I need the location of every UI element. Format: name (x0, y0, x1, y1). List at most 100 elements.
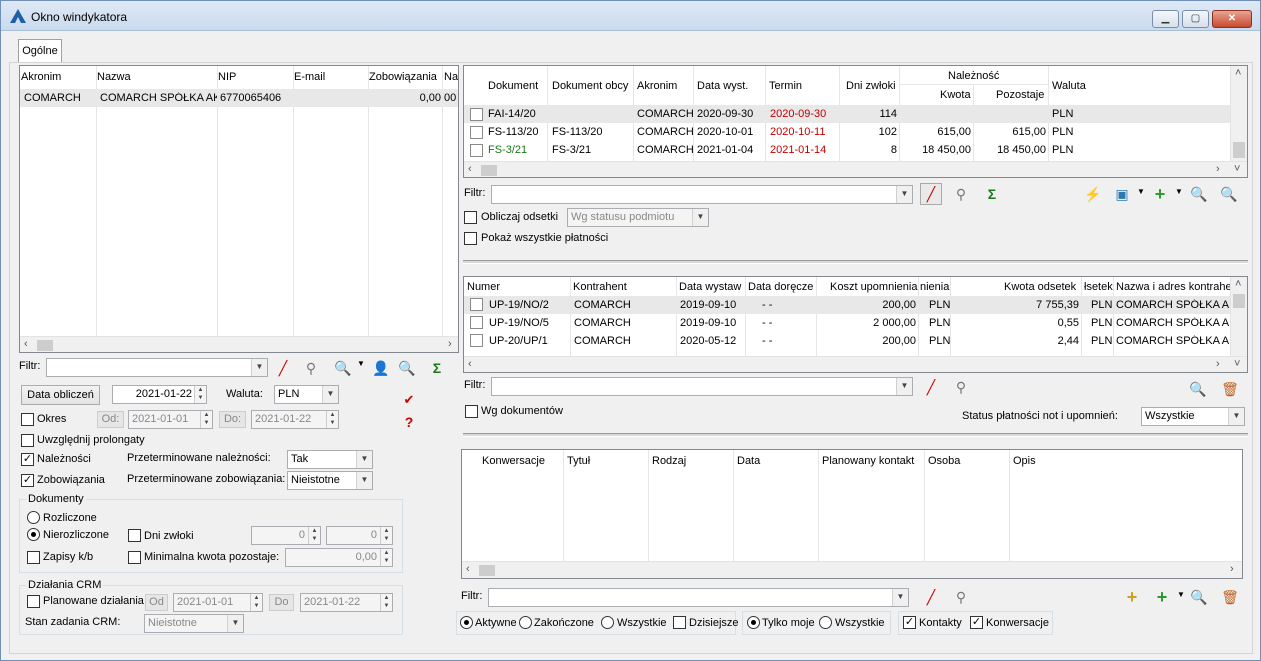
trash-icon[interactable]: 🗑 (1219, 378, 1241, 400)
col-data-wystaw[interactable]: Data wystaw (679, 281, 741, 293)
dni-zwloki-checkbox[interactable] (128, 529, 141, 542)
min-kwota-checkbox[interactable] (128, 551, 141, 564)
rozliczone-radio[interactable] (27, 511, 40, 524)
col-osoba[interactable]: Osoba (928, 455, 960, 467)
zobowiazania-checkbox[interactable]: ✓ (21, 474, 34, 487)
chevron-down-icon[interactable]: ▼ (896, 378, 912, 395)
preview-icon[interactable]: 🔍 (1218, 183, 1240, 205)
scroll-left-icon[interactable]: ‹ (24, 338, 28, 350)
scroll-left-icon[interactable]: ‹ (466, 563, 470, 575)
scroll-thumb[interactable] (481, 165, 497, 176)
search-icon[interactable]: 🔍 (1188, 586, 1210, 608)
notes-filter-input[interactable]: ▼ (491, 377, 913, 396)
col-akronim[interactable]: Akronim (637, 80, 677, 92)
wszystkie-radio[interactable] (601, 616, 614, 629)
apply-check-icon[interactable]: ✔ (398, 389, 420, 411)
kontakty-checkbox[interactable]: ✓ (903, 616, 916, 629)
filter-construct-icon[interactable]: ⚲ (300, 357, 322, 379)
col-tytul[interactable]: Tytuł (567, 455, 590, 467)
col-rodzaj[interactable]: Rodzaj (652, 455, 686, 467)
document-view-icon[interactable]: ▣ (1111, 183, 1133, 205)
docs-grid-vscroll[interactable]: ˄ (1230, 66, 1247, 161)
status-platnosci-select[interactable]: Wszystkie ▼ (1141, 407, 1245, 426)
waluta-select[interactable]: PLN ▼ (274, 385, 339, 404)
col-numer[interactable]: Numer (467, 281, 500, 293)
scroll-right-icon[interactable]: › (448, 338, 452, 350)
crm-grid-hscroll[interactable]: ‹ › (462, 561, 1242, 578)
scroll-up-icon[interactable]: ˄ (1235, 67, 1241, 79)
scroll-thumb[interactable] (1233, 142, 1245, 158)
add-icon[interactable]: + (1149, 183, 1171, 205)
documents-grid[interactable]: Dokument Dokument obcy Akronim Data wyst… (463, 65, 1248, 178)
tab-ogolne[interactable]: Ogólne (18, 39, 62, 63)
chevron-down-icon[interactable]: ▼ (892, 589, 908, 606)
col-dokument[interactable]: Dokument (488, 80, 538, 92)
row-checkbox[interactable] (470, 298, 483, 311)
chevron-down-icon[interactable]: ▼ (896, 186, 912, 203)
scroll-down-icon[interactable]: ˅ (1234, 163, 1240, 175)
docs-grid-hscroll[interactable]: ‹ › ˅ (464, 161, 1247, 177)
contractors-grid[interactable]: Akronim Nazwa NIP E-mail Zobowiązania Na… (19, 65, 459, 353)
dropdown-arrow-icon[interactable]: ▼ (1137, 187, 1145, 196)
row-checkbox[interactable] (470, 316, 483, 329)
col-nip[interactable]: NIP (218, 71, 236, 83)
spin-icon[interactable]: ▲ ▼ (194, 386, 206, 403)
left-filter-input[interactable]: ▼ (46, 358, 268, 377)
scroll-down-icon[interactable]: ˅ (1234, 358, 1240, 370)
col-zobowiazania[interactable]: Zobowiązania (369, 71, 437, 83)
aktywne-radio[interactable] (460, 616, 473, 629)
col-na[interactable]: Na (444, 71, 458, 83)
scroll-left-icon[interactable]: ‹ (468, 358, 472, 370)
wszystkie-owner-radio[interactable] (819, 616, 832, 629)
add-icon[interactable]: + (1151, 586, 1173, 608)
notes-grid-hscroll[interactable]: ‹ › ˅ (464, 356, 1247, 372)
nierozliczone-radio[interactable] (27, 528, 40, 541)
chevron-down-icon[interactable]: ▼ (322, 386, 338, 403)
clear-filter-icon[interactable]: ╱ (920, 183, 942, 205)
col-dokument-obcy[interactable]: Dokument obcy (552, 80, 628, 92)
dropdown-arrow-icon[interactable]: ▼ (1175, 187, 1183, 196)
col-pozostaje[interactable]: Pozostaje (996, 89, 1044, 101)
sum-icon[interactable]: Σ (426, 357, 448, 379)
scroll-up-icon[interactable]: ˄ (1235, 278, 1241, 290)
lightning-icon[interactable]: ⚡ (1082, 183, 1104, 205)
search-icon[interactable]: 🔍 (1187, 378, 1209, 400)
filter-construct-icon[interactable]: ⚲ (950, 586, 972, 608)
clear-filter-icon[interactable]: ╱ (920, 586, 942, 608)
col-konwersacje[interactable]: Konwersacje (482, 455, 545, 467)
clear-filter-icon[interactable]: ╱ (920, 376, 942, 398)
col-data[interactable]: Data (737, 455, 760, 467)
crm-filter-input[interactable]: ▼ (488, 588, 909, 607)
prolongaty-checkbox[interactable] (21, 434, 34, 447)
row-checkbox[interactable] (470, 144, 483, 157)
close-button[interactable]: ✕ (1212, 10, 1252, 28)
data-obliczen-field[interactable]: 2021-01-22 ▲ ▼ (112, 385, 207, 404)
row-checkbox[interactable] (470, 334, 483, 347)
konwersacje-checkbox[interactable]: ✓ (970, 616, 983, 629)
clear-filter-icon[interactable]: ╱ (272, 357, 294, 379)
docs-filter-input[interactable]: ▼ (491, 185, 913, 204)
row-checkbox[interactable] (470, 126, 483, 139)
col-planowany-kontakt[interactable]: Planowany kontakt (822, 455, 914, 467)
col-data-doreczenia[interactable]: Data doręcze (748, 281, 813, 293)
col-dni-zwloki[interactable]: Dni zwłoki (846, 80, 896, 92)
dropdown-arrow-icon[interactable]: ▼ (357, 359, 365, 368)
planowane-checkbox[interactable] (27, 595, 40, 608)
notes-grid-vscroll[interactable]: ˄ (1230, 277, 1247, 356)
zakonczone-radio[interactable] (519, 616, 532, 629)
scroll-left-icon[interactable]: ‹ (468, 163, 472, 175)
col-kwota[interactable]: Kwota (940, 89, 971, 101)
col-email[interactable]: E-mail (294, 71, 325, 83)
trash-icon[interactable]: 🗑 (1219, 586, 1241, 608)
maximize-button[interactable]: ▢ (1182, 10, 1209, 28)
contractor-card-icon[interactable]: 👤 (370, 357, 392, 379)
col-data-wyst[interactable]: Data wyst. (697, 80, 748, 92)
wg-dokumentow-checkbox[interactable] (465, 405, 478, 418)
dropdown-arrow-icon[interactable]: ▼ (1177, 590, 1185, 599)
col-nazwa[interactable]: Nazwa (97, 71, 131, 83)
scroll-right-icon[interactable]: › (1216, 358, 1220, 370)
minimize-button[interactable]: ▁ (1152, 10, 1179, 28)
splitter[interactable] (463, 260, 1248, 264)
col-kontrahent[interactable]: Kontrahent (573, 281, 627, 293)
col-koszt[interactable]: Koszt upomnienia (830, 281, 917, 293)
